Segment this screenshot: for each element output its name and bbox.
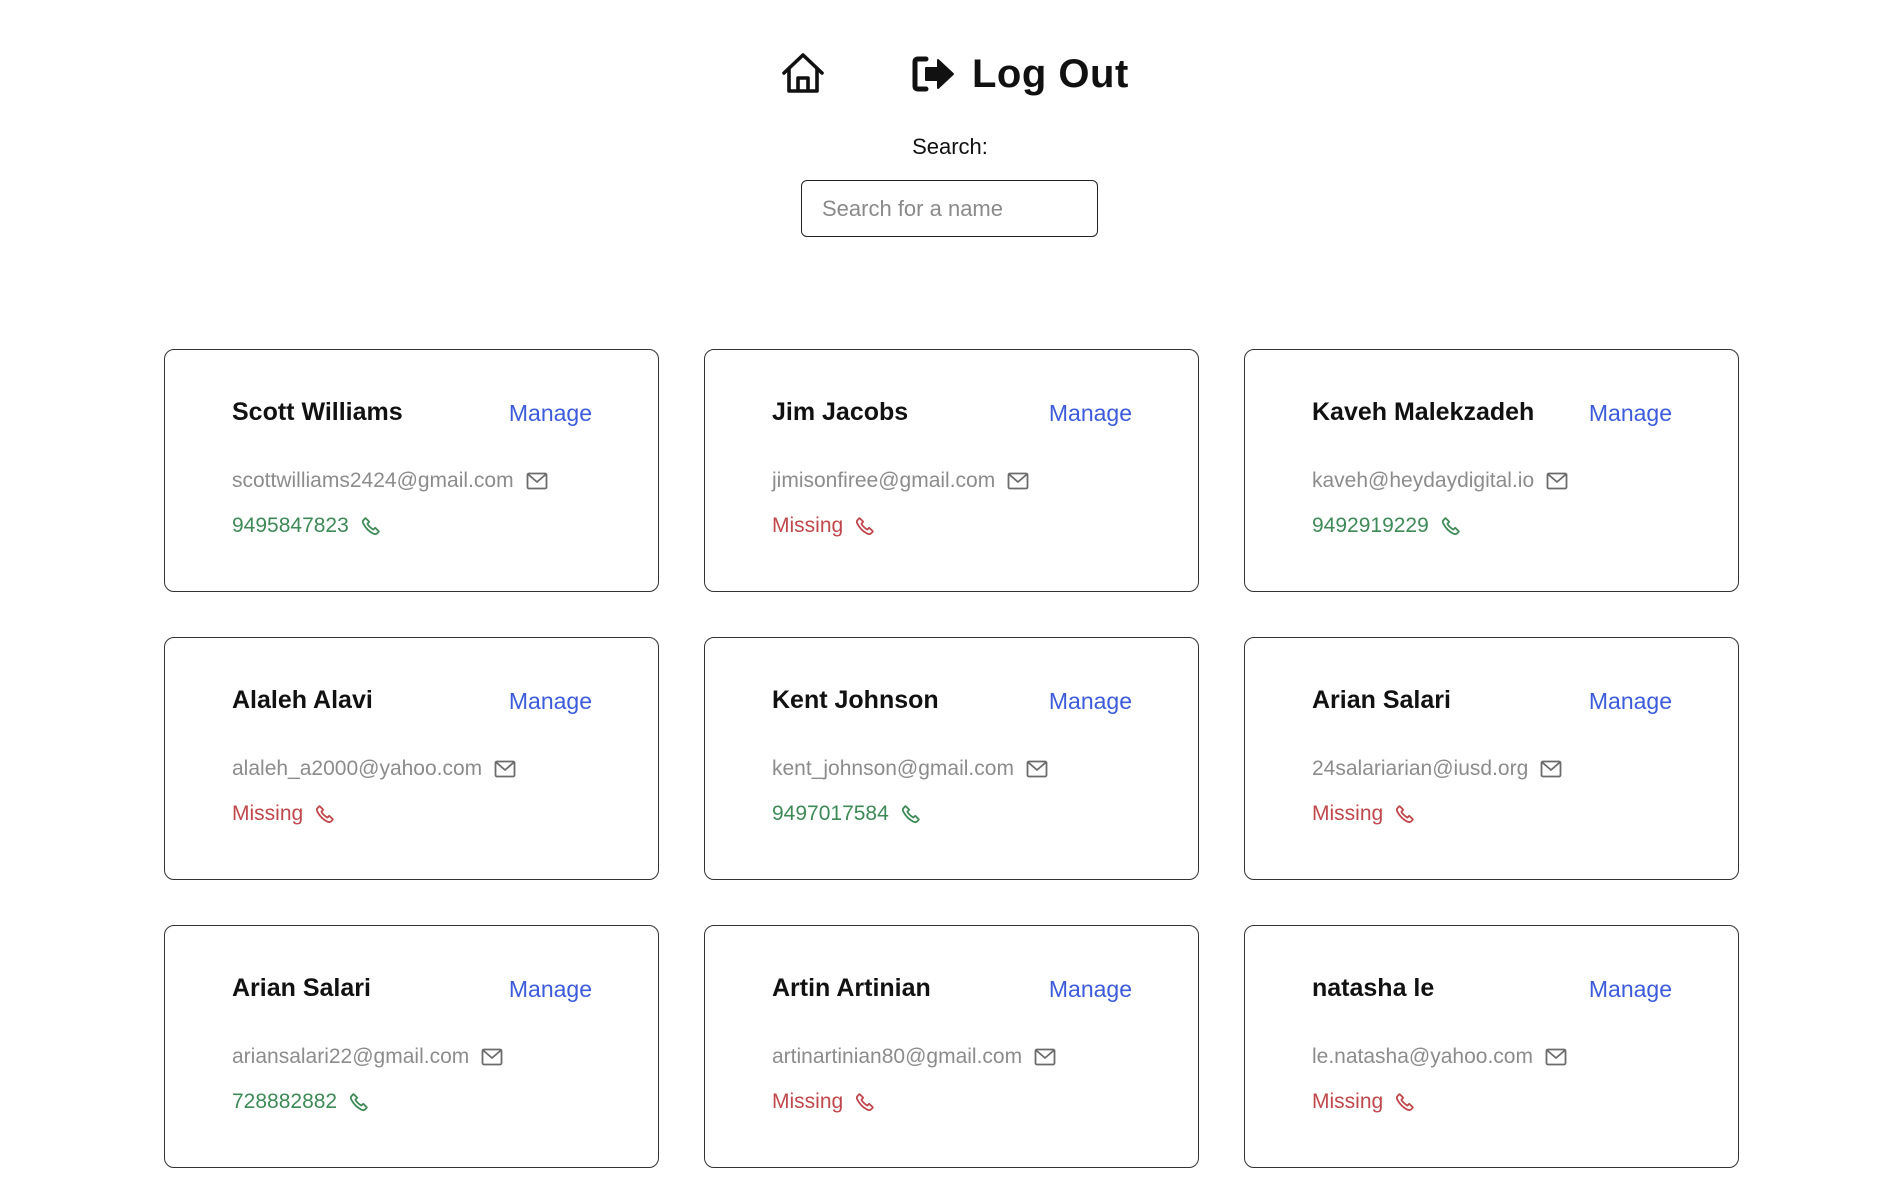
contact-card: Kent Johnson Manage kent_johnson@gmail.c… [704, 637, 1199, 880]
phone-row: 9492919229 [1312, 514, 1461, 538]
phone-row: Missing [1312, 802, 1415, 826]
phone-icon [901, 804, 921, 824]
contact-email: scottwilliams2424@gmail.com [232, 469, 514, 492]
phone-icon [855, 1092, 875, 1112]
email-row: 24salariarian@iusd.org [1312, 757, 1562, 781]
contact-name: Arian Salari [1312, 686, 1451, 714]
envelope-icon [1007, 472, 1029, 490]
manage-link[interactable]: Manage [1049, 688, 1132, 715]
phone-icon [1441, 516, 1461, 536]
contact-card: Artin Artinian Manage artinartinian80@gm… [704, 925, 1199, 1168]
top-nav: Log Out [0, 44, 1900, 104]
contact-email: kaveh@heydaydigital.io [1312, 469, 1535, 492]
contact-name: Artin Artinian [772, 974, 931, 1002]
contact-name: Jim Jacobs [772, 398, 909, 426]
contact-card: Jim Jacobs Manage jimisonfiree@gmail.com… [704, 349, 1199, 592]
contact-email: kent_johnson@gmail.com [772, 757, 1014, 780]
contact-name: Kent Johnson [772, 686, 939, 714]
contact-card: Alaleh Alavi Manage alaleh_a2000@yahoo.c… [164, 637, 659, 880]
manage-link[interactable]: Manage [509, 400, 592, 427]
contact-email: alaleh_a2000@yahoo.com [232, 757, 483, 780]
manage-link[interactable]: Manage [1049, 400, 1132, 427]
email-row: ariansalari22@gmail.com [232, 1045, 503, 1069]
phone-row: 9497017584 [772, 802, 921, 826]
logout-label: Log Out [972, 51, 1129, 96]
sign-out-icon [912, 53, 958, 95]
contact-card-grid: Scott Williams Manage scottwilliams2424@… [164, 349, 1739, 1168]
contact-name: Scott Williams [232, 398, 403, 426]
contact-phone: 9492919229 [1312, 514, 1429, 537]
phone-icon [315, 804, 335, 824]
manage-link[interactable]: Manage [1589, 400, 1672, 427]
phone-icon [1395, 804, 1415, 824]
contact-phone: 728882882 [232, 1090, 338, 1113]
search-label: Search: [912, 134, 988, 159]
email-row: scottwilliams2424@gmail.com [232, 469, 548, 493]
phone-icon [361, 516, 381, 536]
manage-link[interactable]: Manage [1049, 976, 1132, 1003]
envelope-icon [494, 760, 516, 778]
envelope-icon [1540, 760, 1562, 778]
email-row: kaveh@heydaydigital.io [1312, 469, 1568, 493]
email-row: jimisonfiree@gmail.com [772, 469, 1029, 493]
contact-name: Arian Salari [232, 974, 371, 1002]
contact-phone: 9497017584 [772, 802, 889, 825]
contact-phone: Missing [232, 802, 304, 825]
email-row: le.natasha@yahoo.com [1312, 1045, 1567, 1069]
email-row: artinartinian80@gmail.com [772, 1045, 1056, 1069]
contact-name: Kaveh Malekzadeh [1312, 398, 1535, 426]
contact-phone: Missing [1312, 1090, 1384, 1113]
contact-card: Kaveh Malekzadeh Manage kaveh@heydaydigi… [1244, 349, 1739, 592]
envelope-icon [1026, 760, 1048, 778]
email-row: alaleh_a2000@yahoo.com [232, 757, 516, 781]
phone-icon [349, 1092, 369, 1112]
phone-icon [855, 516, 875, 536]
contact-name: Alaleh Alavi [232, 686, 373, 714]
home-icon [782, 53, 824, 93]
contact-name: natasha le [1312, 974, 1435, 1002]
contact-phone: 9495847823 [232, 514, 349, 537]
contact-phone: Missing [772, 514, 844, 537]
envelope-icon [1545, 1048, 1567, 1066]
manage-link[interactable]: Manage [1589, 976, 1672, 1003]
contact-phone: Missing [772, 1090, 844, 1113]
phone-row: 728882882 [232, 1090, 369, 1114]
contact-email: le.natasha@yahoo.com [1312, 1045, 1533, 1068]
manage-link[interactable]: Manage [509, 976, 592, 1003]
contact-email: ariansalari22@gmail.com [232, 1045, 470, 1068]
logout-button[interactable]: Log Out [912, 44, 1129, 104]
contact-email: artinartinian80@gmail.com [772, 1045, 1023, 1068]
phone-row: Missing [772, 514, 875, 538]
manage-link[interactable]: Manage [1589, 688, 1672, 715]
phone-row: Missing [772, 1090, 875, 1114]
home-button[interactable] [779, 48, 827, 98]
contact-card: Scott Williams Manage scottwilliams2424@… [164, 349, 659, 592]
contact-card: natasha le Manage le.natasha@yahoo.com M… [1244, 925, 1739, 1168]
phone-row: Missing [1312, 1090, 1415, 1114]
manage-link[interactable]: Manage [509, 688, 592, 715]
search-input[interactable] [801, 180, 1098, 237]
contact-card: Arian Salari Manage 24salariarian@iusd.o… [1244, 637, 1739, 880]
envelope-icon [481, 1048, 503, 1066]
contact-email: jimisonfiree@gmail.com [772, 469, 996, 492]
envelope-icon [1546, 472, 1568, 490]
contact-phone: Missing [1312, 802, 1384, 825]
phone-row: Missing [232, 802, 335, 826]
contact-email: 24salariarian@iusd.org [1312, 757, 1529, 780]
envelope-icon [526, 472, 548, 490]
email-row: kent_johnson@gmail.com [772, 757, 1048, 781]
contact-card: Arian Salari Manage ariansalari22@gmail.… [164, 925, 659, 1168]
envelope-icon [1034, 1048, 1056, 1066]
phone-icon [1395, 1092, 1415, 1112]
phone-row: 9495847823 [232, 514, 381, 538]
